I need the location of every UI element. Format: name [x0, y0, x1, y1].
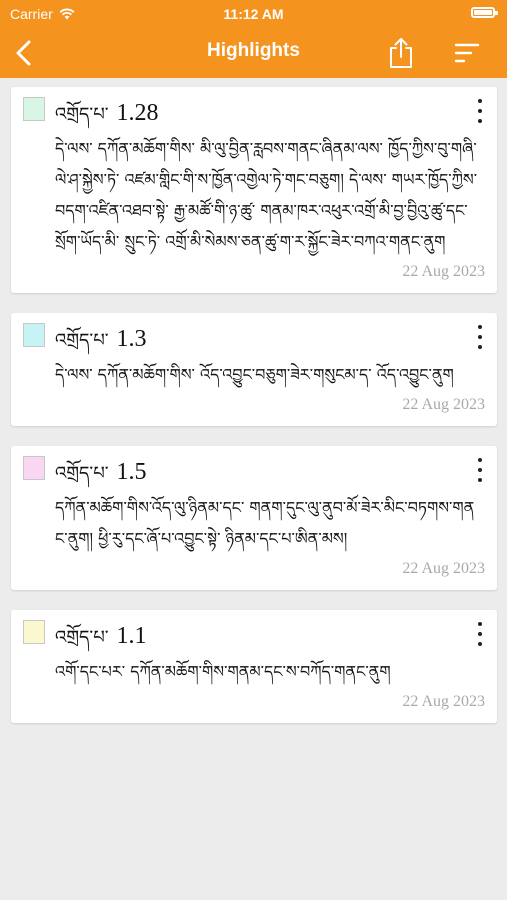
highlight-color-swatch [23, 97, 45, 121]
sort-icon [454, 43, 480, 63]
highlight-color-swatch [23, 323, 45, 347]
more-dot-icon [478, 642, 482, 646]
highlight-card[interactable]: འགྲོད་པ་ 1.1 འགོ་དང་པར་ དཀོན་མཆོག་གིས་གནམ་… [11, 610, 497, 723]
page-title: Highlights [207, 40, 300, 61]
more-dot-icon [478, 99, 482, 103]
verse-number: 1.3 [116, 326, 147, 352]
more-dot-icon [478, 119, 482, 123]
highlight-reference: འགྲོད་པ་ 1.3 [55, 321, 485, 357]
more-dot-icon [478, 345, 482, 349]
more-dot-icon [478, 325, 482, 329]
more-dot-icon [478, 632, 482, 636]
status-bar: Carrier 11:12 AM [0, 0, 507, 28]
share-button[interactable] [386, 36, 416, 70]
highlight-reference: འགྲོད་པ་ 1.1 [55, 618, 485, 654]
nav-bar: Highlights [0, 28, 507, 78]
more-options-button[interactable] [475, 622, 485, 646]
highlight-reference: འགྲོད་པ་ 1.28 [55, 95, 485, 131]
verse-text: དེ་ལས་ དཀོན་མཆོག་གིས་ མི་ལུ་བྱིན་རླབས་གན… [55, 139, 478, 251]
more-dot-icon [478, 109, 482, 113]
battery-icon [471, 7, 498, 18]
verse-text: དཀོན་མཆོག་གིས་འོད་ལུ་ཉིནམ་དང་ གནག་དུང་ལུ… [55, 498, 475, 548]
more-dot-icon [478, 468, 482, 472]
verse-number: 1.5 [116, 459, 147, 485]
verse-number: 1.1 [116, 623, 147, 649]
sort-button[interactable] [452, 40, 482, 66]
highlight-color-swatch [23, 620, 45, 644]
highlight-reference: འགྲོད་པ་ 1.5 [55, 454, 485, 490]
more-options-button[interactable] [475, 99, 485, 123]
verse-text: དེ་ལས་ དཀོན་མཆོག་གིས་ འོད་འབྱུང་བཅུག་ཟེར… [55, 365, 454, 384]
highlight-date: 22 Aug 2023 [402, 693, 485, 710]
status-time: 11:12 AM [223, 6, 284, 22]
more-options-button[interactable] [475, 325, 485, 349]
verse-text: འགོ་དང་པར་ དཀོན་མཆོག་གིས་གནམ་དང་ས་བཀོད་ག… [55, 662, 391, 681]
highlight-color-swatch [23, 456, 45, 480]
more-dot-icon [478, 478, 482, 482]
highlight-card[interactable]: འགྲོད་པ་ 1.3 དེ་ལས་ དཀོན་མཆོག་གིས་ འོད་འབྱ… [11, 313, 497, 426]
verse-number: 1.28 [116, 100, 159, 126]
highlight-date: 22 Aug 2023 [402, 560, 485, 577]
more-options-button[interactable] [475, 458, 485, 482]
highlight-date: 22 Aug 2023 [402, 263, 485, 280]
more-dot-icon [478, 622, 482, 626]
share-icon [390, 38, 412, 68]
highlight-card[interactable]: འགྲོད་པ་ 1.28 དེ་ལས་ དཀོན་མཆོག་གིས་ མི་ལུ་… [11, 87, 497, 293]
more-dot-icon [478, 335, 482, 339]
highlight-card[interactable]: འགྲོད་པ་ 1.5 དཀོན་མཆོག་གིས་འོད་ལུ་ཉིནམ་དང་… [11, 446, 497, 590]
highlights-list: འགྲོད་པ་ 1.28 དེ་ལས་ དཀོན་མཆོག་གིས་ མི་ལུ་… [11, 87, 497, 743]
highlight-date: 22 Aug 2023 [402, 396, 485, 413]
more-dot-icon [478, 458, 482, 462]
